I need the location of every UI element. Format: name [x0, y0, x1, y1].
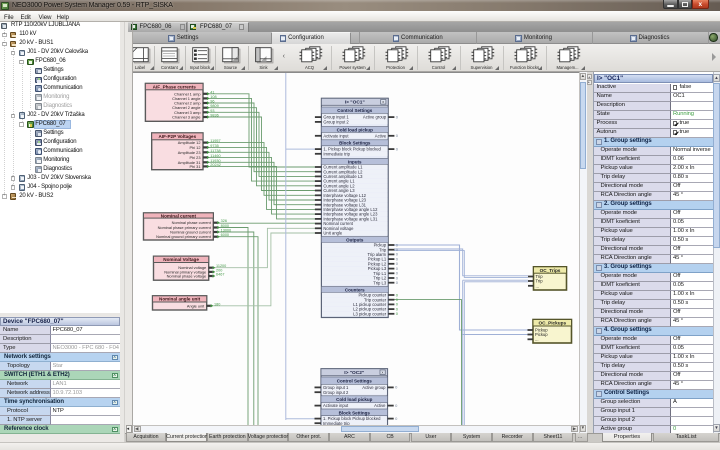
svg-text:Control Settings: Control Settings	[337, 379, 372, 384]
svg-text:Active group: Active group	[362, 385, 386, 390]
svg-text:Channel 3 angle: Channel 3 angle	[172, 115, 200, 120]
svg-text:9809: 9809	[210, 104, 218, 108]
svg-text:11460: 11460	[210, 154, 220, 158]
svg-text:Block Settings: Block Settings	[339, 141, 371, 146]
svg-text:Active: Active	[375, 133, 387, 138]
svg-text:x: x	[382, 371, 384, 375]
svg-text:I> "OC2": I> "OC2"	[344, 370, 364, 376]
svg-text:Nominal Voltage: Nominal Voltage	[163, 257, 199, 262]
svg-text:I> "OC1": I> "OC1"	[345, 99, 365, 105]
svg-text:Nominal current: Nominal current	[161, 213, 197, 218]
svg-text:Cold load pickup: Cold load pickup	[336, 397, 373, 402]
svg-text:96: 96	[210, 100, 214, 104]
svg-text:...: ...	[536, 283, 540, 288]
svg-text:L3 pickup counter: L3 pickup counter	[353, 311, 387, 316]
svg-text:13000: 13000	[221, 229, 232, 233]
svg-text:Inputs: Inputs	[348, 159, 362, 164]
svg-text:93: 93	[210, 109, 214, 113]
svg-text:Phi 31: Phi 31	[189, 164, 200, 169]
svg-text:108: 108	[210, 95, 216, 99]
svg-text:Nominal angle unit: Nominal angle unit	[159, 297, 201, 302]
svg-text:AIF-P2P Voltages: AIF-P2P Voltages	[159, 134, 197, 139]
svg-text:20242: 20242	[210, 163, 221, 167]
svg-text:Unit angle: Unit angle	[323, 231, 343, 236]
svg-text:Immediate trip: Immediate trip	[323, 151, 350, 156]
svg-text:Group input 2: Group input 2	[323, 120, 349, 125]
svg-text:8000: 8000	[221, 224, 229, 228]
svg-text:OC_Pickups: OC_Pickups	[538, 321, 566, 326]
svg-text:Activate input: Activate input	[323, 133, 349, 138]
svg-text:OC_Trips: OC_Trips	[540, 268, 561, 273]
svg-text:9836: 9836	[210, 114, 218, 118]
svg-text:Active: Active	[374, 403, 386, 408]
svg-text:...: ...	[535, 337, 539, 342]
svg-text:AIF_Phase currents: AIF_Phase currents	[153, 84, 197, 89]
svg-text:x: x	[382, 100, 384, 104]
svg-text:Trip L3: Trip L3	[373, 280, 387, 285]
svg-text:Group input 2: Group input 2	[323, 390, 349, 395]
svg-text:Block Settings: Block Settings	[339, 410, 371, 415]
svg-text:Activate input: Activate input	[323, 403, 349, 408]
svg-text:41: 41	[210, 90, 214, 94]
svg-text:Cold load pickup: Cold load pickup	[337, 127, 374, 132]
svg-text:180: 180	[214, 302, 220, 306]
svg-text:11957: 11957	[210, 139, 220, 143]
svg-text:Control Settings: Control Settings	[337, 108, 372, 113]
svg-text:326: 326	[221, 219, 227, 223]
svg-text:Nominal ground primary current: Nominal ground primary current	[156, 234, 212, 239]
svg-text:6467: 6467	[216, 273, 224, 277]
svg-text:9735: 9735	[210, 144, 218, 148]
svg-text:6000: 6000	[221, 233, 229, 237]
svg-text:Angle unit: Angle unit	[187, 303, 205, 308]
svg-text:11738: 11738	[210, 149, 220, 153]
svg-text:Active group: Active group	[363, 115, 387, 120]
svg-text:Outputs: Outputs	[346, 238, 364, 243]
svg-text:Nominal phase voltage: Nominal phase voltage	[167, 274, 207, 279]
